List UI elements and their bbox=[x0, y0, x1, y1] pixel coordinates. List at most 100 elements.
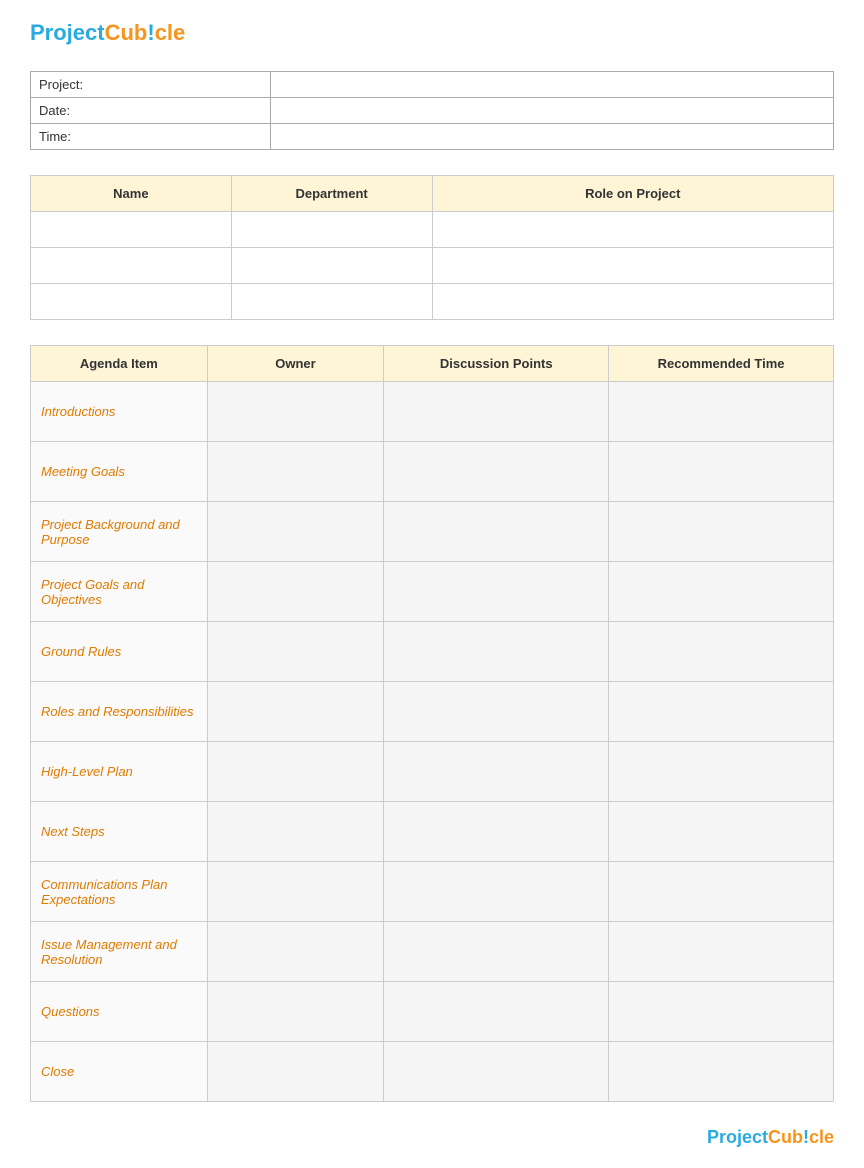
agenda-cell[interactable] bbox=[609, 562, 834, 622]
agenda-item[interactable]: Introductions bbox=[31, 382, 208, 442]
attendees-cell[interactable] bbox=[231, 212, 432, 248]
agenda-cell[interactable] bbox=[384, 742, 609, 802]
agenda-cell[interactable] bbox=[207, 382, 384, 442]
agenda-row: High-Level Plan bbox=[31, 742, 834, 802]
logo-cle: cle bbox=[155, 20, 186, 45]
agenda-cell[interactable] bbox=[609, 742, 834, 802]
info-row: Date: bbox=[31, 98, 834, 124]
footer-logo: ProjectCub!cle bbox=[30, 1127, 834, 1148]
agenda-row: Communications Plan Expectations bbox=[31, 862, 834, 922]
agenda-cell[interactable] bbox=[207, 922, 384, 982]
agenda-cell[interactable] bbox=[384, 622, 609, 682]
agenda-cell[interactable] bbox=[207, 562, 384, 622]
attendees-table: NameDepartmentRole on Project bbox=[30, 175, 834, 320]
agenda-cell[interactable] bbox=[207, 1042, 384, 1102]
agenda-cell[interactable] bbox=[609, 862, 834, 922]
agenda-item[interactable]: Next Steps bbox=[31, 802, 208, 862]
agenda-item[interactable]: Project Background and Purpose bbox=[31, 502, 208, 562]
agenda-cell[interactable] bbox=[609, 682, 834, 742]
agenda-item[interactable]: Communications Plan Expectations bbox=[31, 862, 208, 922]
footer-logo-cubicle: Cub bbox=[768, 1127, 803, 1147]
info-value[interactable] bbox=[271, 72, 834, 98]
agenda-header: Agenda Item bbox=[31, 346, 208, 382]
agenda-cell[interactable] bbox=[609, 382, 834, 442]
agenda-cell[interactable] bbox=[207, 442, 384, 502]
info-label: Project: bbox=[31, 72, 271, 98]
agenda-header: Owner bbox=[207, 346, 384, 382]
agenda-cell[interactable] bbox=[609, 622, 834, 682]
agenda-cell[interactable] bbox=[384, 982, 609, 1042]
attendees-cell[interactable] bbox=[231, 248, 432, 284]
attendees-cell[interactable] bbox=[31, 248, 232, 284]
agenda-cell[interactable] bbox=[384, 382, 609, 442]
logo-exclaim: ! bbox=[147, 20, 154, 45]
agenda-row: Introductions bbox=[31, 382, 834, 442]
attendees-row bbox=[31, 212, 834, 248]
attendees-cell[interactable] bbox=[432, 248, 834, 284]
agenda-cell[interactable] bbox=[609, 922, 834, 982]
info-row: Time: bbox=[31, 124, 834, 150]
attendees-cell[interactable] bbox=[231, 284, 432, 320]
agenda-cell[interactable] bbox=[384, 562, 609, 622]
agenda-item[interactable]: Close bbox=[31, 1042, 208, 1102]
agenda-cell[interactable] bbox=[384, 502, 609, 562]
logo: ProjectCub!cle bbox=[30, 20, 834, 46]
attendees-header: Role on Project bbox=[432, 176, 834, 212]
info-label: Time: bbox=[31, 124, 271, 150]
agenda-cell[interactable] bbox=[384, 862, 609, 922]
agenda-row: Project Goals and Objectives bbox=[31, 562, 834, 622]
agenda-cell[interactable] bbox=[609, 502, 834, 562]
agenda-cell[interactable] bbox=[609, 802, 834, 862]
attendees-header: Department bbox=[231, 176, 432, 212]
attendees-cell[interactable] bbox=[31, 284, 232, 320]
attendees-cell[interactable] bbox=[432, 284, 834, 320]
agenda-item[interactable]: Meeting Goals bbox=[31, 442, 208, 502]
attendees-cell[interactable] bbox=[31, 212, 232, 248]
agenda-row: Meeting Goals bbox=[31, 442, 834, 502]
agenda-cell[interactable] bbox=[384, 922, 609, 982]
agenda-row: Project Background and Purpose bbox=[31, 502, 834, 562]
agenda-cell[interactable] bbox=[384, 1042, 609, 1102]
info-row: Project: bbox=[31, 72, 834, 98]
agenda-cell[interactable] bbox=[207, 502, 384, 562]
logo-cubicle: Cub bbox=[105, 20, 148, 45]
agenda-table: Agenda ItemOwnerDiscussion PointsRecomme… bbox=[30, 345, 834, 1102]
agenda-cell[interactable] bbox=[609, 982, 834, 1042]
agenda-row: Next Steps bbox=[31, 802, 834, 862]
agenda-cell[interactable] bbox=[207, 802, 384, 862]
attendees-cell[interactable] bbox=[432, 212, 834, 248]
logo-project: Project bbox=[30, 20, 105, 45]
agenda-cell[interactable] bbox=[609, 442, 834, 502]
attendees-header: Name bbox=[31, 176, 232, 212]
agenda-item[interactable]: High-Level Plan bbox=[31, 742, 208, 802]
agenda-cell[interactable] bbox=[384, 682, 609, 742]
agenda-item[interactable]: Ground Rules bbox=[31, 622, 208, 682]
agenda-row: Roles and Responsibilities bbox=[31, 682, 834, 742]
footer-logo-cle: cle bbox=[809, 1127, 834, 1147]
info-value[interactable] bbox=[271, 98, 834, 124]
agenda-row: Close bbox=[31, 1042, 834, 1102]
info-value[interactable] bbox=[271, 124, 834, 150]
attendees-row bbox=[31, 248, 834, 284]
info-label: Date: bbox=[31, 98, 271, 124]
footer-logo-project: Project bbox=[707, 1127, 768, 1147]
agenda-row: Questions bbox=[31, 982, 834, 1042]
attendees-row bbox=[31, 284, 834, 320]
agenda-item[interactable]: Issue Management and Resolution bbox=[31, 922, 208, 982]
agenda-header: Discussion Points bbox=[384, 346, 609, 382]
agenda-item[interactable]: Roles and Responsibilities bbox=[31, 682, 208, 742]
agenda-cell[interactable] bbox=[207, 862, 384, 922]
agenda-cell[interactable] bbox=[609, 1042, 834, 1102]
agenda-cell[interactable] bbox=[207, 622, 384, 682]
info-table: Project:Date:Time: bbox=[30, 71, 834, 150]
agenda-item[interactable]: Questions bbox=[31, 982, 208, 1042]
agenda-cell[interactable] bbox=[207, 682, 384, 742]
agenda-row: Issue Management and Resolution bbox=[31, 922, 834, 982]
agenda-item[interactable]: Project Goals and Objectives bbox=[31, 562, 208, 622]
agenda-cell[interactable] bbox=[207, 742, 384, 802]
agenda-cell[interactable] bbox=[384, 442, 609, 502]
agenda-header: Recommended Time bbox=[609, 346, 834, 382]
agenda-cell[interactable] bbox=[384, 802, 609, 862]
agenda-row: Ground Rules bbox=[31, 622, 834, 682]
agenda-cell[interactable] bbox=[207, 982, 384, 1042]
